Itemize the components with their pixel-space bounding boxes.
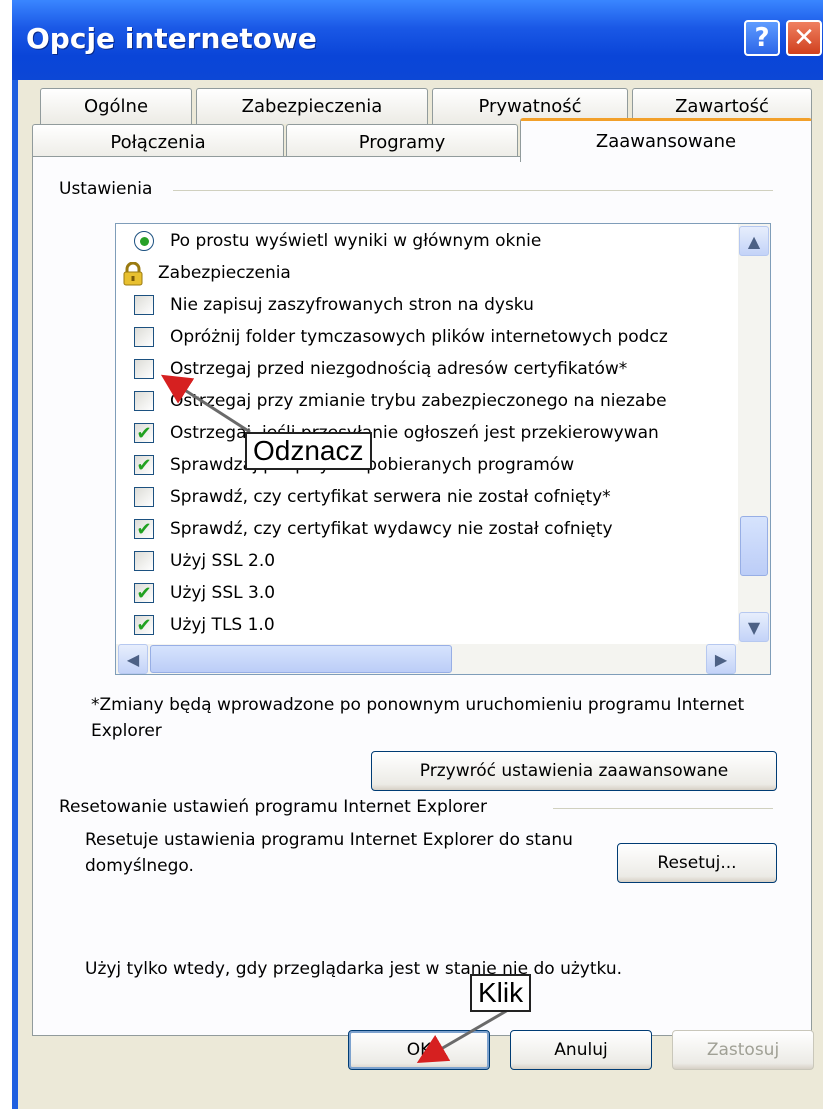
title-bar[interactable]: Opcje internetowe ? ✕: [12, 0, 823, 80]
click-callout: Klik: [470, 974, 532, 1012]
checkbox[interactable]: [134, 327, 154, 347]
list-item[interactable]: Nie zapisuj zaszyfrowanych stron na dysk…: [134, 290, 738, 320]
advanced-tab-panel: Ustawienia Po prostu wyświetl wyniki w g…: [32, 156, 812, 1036]
checkbox[interactable]: ✔: [134, 615, 154, 636]
checkbox[interactable]: ✔: [134, 455, 154, 476]
checkbox[interactable]: [134, 487, 154, 507]
list-item[interactable]: ✔ Sprawdzaj podpisy dla pobieranych prog…: [134, 450, 738, 480]
radio-selected-dot: [139, 236, 149, 246]
close-button[interactable]: ✕: [786, 20, 822, 56]
setting-label: Użyj SSL 3.0: [170, 583, 276, 603]
lock-icon: [122, 261, 144, 286]
list-item[interactable]: Ostrzegaj przed niezgodnością adresów ce…: [134, 354, 738, 384]
vertical-scroll-thumb[interactable]: [740, 516, 768, 576]
list-item[interactable]: ✔ Ostrzegaj, jeśli przesyłanie ogłoszeń …: [134, 418, 738, 448]
setting-label: Ostrzegaj przed niezgodnością adresów ce…: [170, 359, 628, 379]
tab-polaczenia[interactable]: Połączenia: [32, 124, 284, 160]
checkbox[interactable]: [134, 295, 154, 315]
scroll-up-button[interactable]: ▲: [739, 226, 769, 256]
setting-label: Opróżnij folder tymczasowych plików inte…: [170, 327, 668, 347]
tab-zaawansowane[interactable]: Zaawansowane: [520, 118, 812, 162]
list-item[interactable]: ✔ Użyj TLS 1.0: [134, 610, 738, 640]
scroll-down-button[interactable]: ▼: [739, 612, 769, 642]
list-item[interactable]: ✔ Użyj SSL 3.0: [134, 578, 738, 608]
horizontal-scrollbar[interactable]: ◀ ▶: [116, 644, 770, 674]
setting-label: Sprawdź, czy certyfikat serwera nie zost…: [170, 487, 611, 507]
scroll-left-button[interactable]: ◀: [118, 644, 148, 674]
list-item[interactable]: Sprawdź, czy certyfikat serwera nie zost…: [134, 482, 738, 512]
settings-tree: Po prostu wyświetl wyniki w głównym okni…: [115, 223, 771, 675]
reset-warning-note: Użyj tylko wtedy, gdy przeglądarka jest …: [85, 959, 623, 979]
checkbox[interactable]: [134, 391, 154, 411]
horizontal-scroll-thumb[interactable]: [150, 645, 452, 673]
list-item[interactable]: ✔ Sprawdź, czy certyfikat wydawcy nie zo…: [134, 514, 738, 544]
list-item[interactable]: Opróżnij folder tymczasowych plików inte…: [134, 322, 738, 352]
radio-button[interactable]: [134, 231, 154, 251]
list-item[interactable]: Po prostu wyświetl wyniki w głównym okni…: [134, 226, 738, 256]
cancel-button[interactable]: Anuluj: [510, 1030, 652, 1070]
uncheck-callout: Odznacz: [245, 432, 372, 470]
setting-label: Ostrzegaj przy zmianie trybu zabezpieczo…: [170, 391, 667, 411]
checkbox[interactable]: ✔: [134, 583, 154, 604]
help-button[interactable]: ?: [744, 20, 780, 56]
setting-label: Po prostu wyświetl wyniki w głównym okni…: [170, 231, 542, 251]
reset-group-divider: [553, 808, 773, 809]
tab-ogolne[interactable]: Ogólne: [40, 88, 192, 124]
reset-group-label: Resetowanie ustawień programu Internet E…: [59, 797, 493, 817]
tab-zabezpieczenia[interactable]: Zabezpieczenia: [196, 88, 428, 124]
setting-label: Nie zapisuj zaszyfrowanych stron na dysk…: [170, 295, 534, 315]
settings-group-divider: [173, 190, 773, 191]
setting-label: Użyj SSL 2.0: [170, 551, 276, 571]
dialog-client-area: Ogólne Zabezpieczenia Prywatność Zawarto…: [18, 80, 823, 1109]
reset-description: Resetuje ustawienia programu Internet Ex…: [85, 830, 573, 876]
setting-label: Ostrzegaj, jeśli przesyłanie ogłoszeń je…: [170, 423, 659, 443]
restart-note: *Zmiany będą wprowadzone po ponownym uru…: [91, 695, 745, 741]
checkbox[interactable]: ✔: [134, 519, 154, 540]
settings-category: Zabezpieczenia: [122, 258, 738, 288]
settings-list: Po prostu wyświetl wyniki w głównym okni…: [116, 224, 738, 644]
list-item[interactable]: Użyj SSL 2.0: [134, 546, 738, 576]
internet-options-window: Opcje internetowe ? ✕ Ogólne Zabezpiecze…: [12, 0, 823, 1109]
tab-programy[interactable]: Programy: [286, 124, 518, 160]
vertical-scrollbar[interactable]: ▲ ▼: [738, 224, 770, 644]
reset-button[interactable]: Resetuj...: [617, 843, 777, 883]
setting-label: Sprawdź, czy certyfikat wydawcy nie zost…: [170, 519, 613, 539]
window-title: Opcje internetowe: [26, 22, 317, 55]
checkbox[interactable]: [134, 551, 154, 571]
restore-advanced-button[interactable]: Przywróć ustawienia zaawansowane: [371, 751, 777, 791]
settings-group-label: Ustawienia: [59, 179, 161, 199]
list-item[interactable]: Ostrzegaj przy zmianie trybu zabezpieczo…: [134, 386, 738, 416]
scroll-right-button[interactable]: ▶: [706, 644, 736, 674]
setting-label: Użyj TLS 1.0: [170, 615, 275, 635]
ok-button[interactable]: OK: [348, 1030, 490, 1070]
category-label: Zabezpieczenia: [158, 263, 291, 283]
checkbox[interactable]: ✔: [134, 423, 154, 444]
checkbox[interactable]: [134, 359, 154, 379]
setting-label: Sprawdzaj podpisy dla pobieranych progra…: [170, 455, 575, 475]
apply-button[interactable]: Zastosuj: [672, 1030, 814, 1070]
